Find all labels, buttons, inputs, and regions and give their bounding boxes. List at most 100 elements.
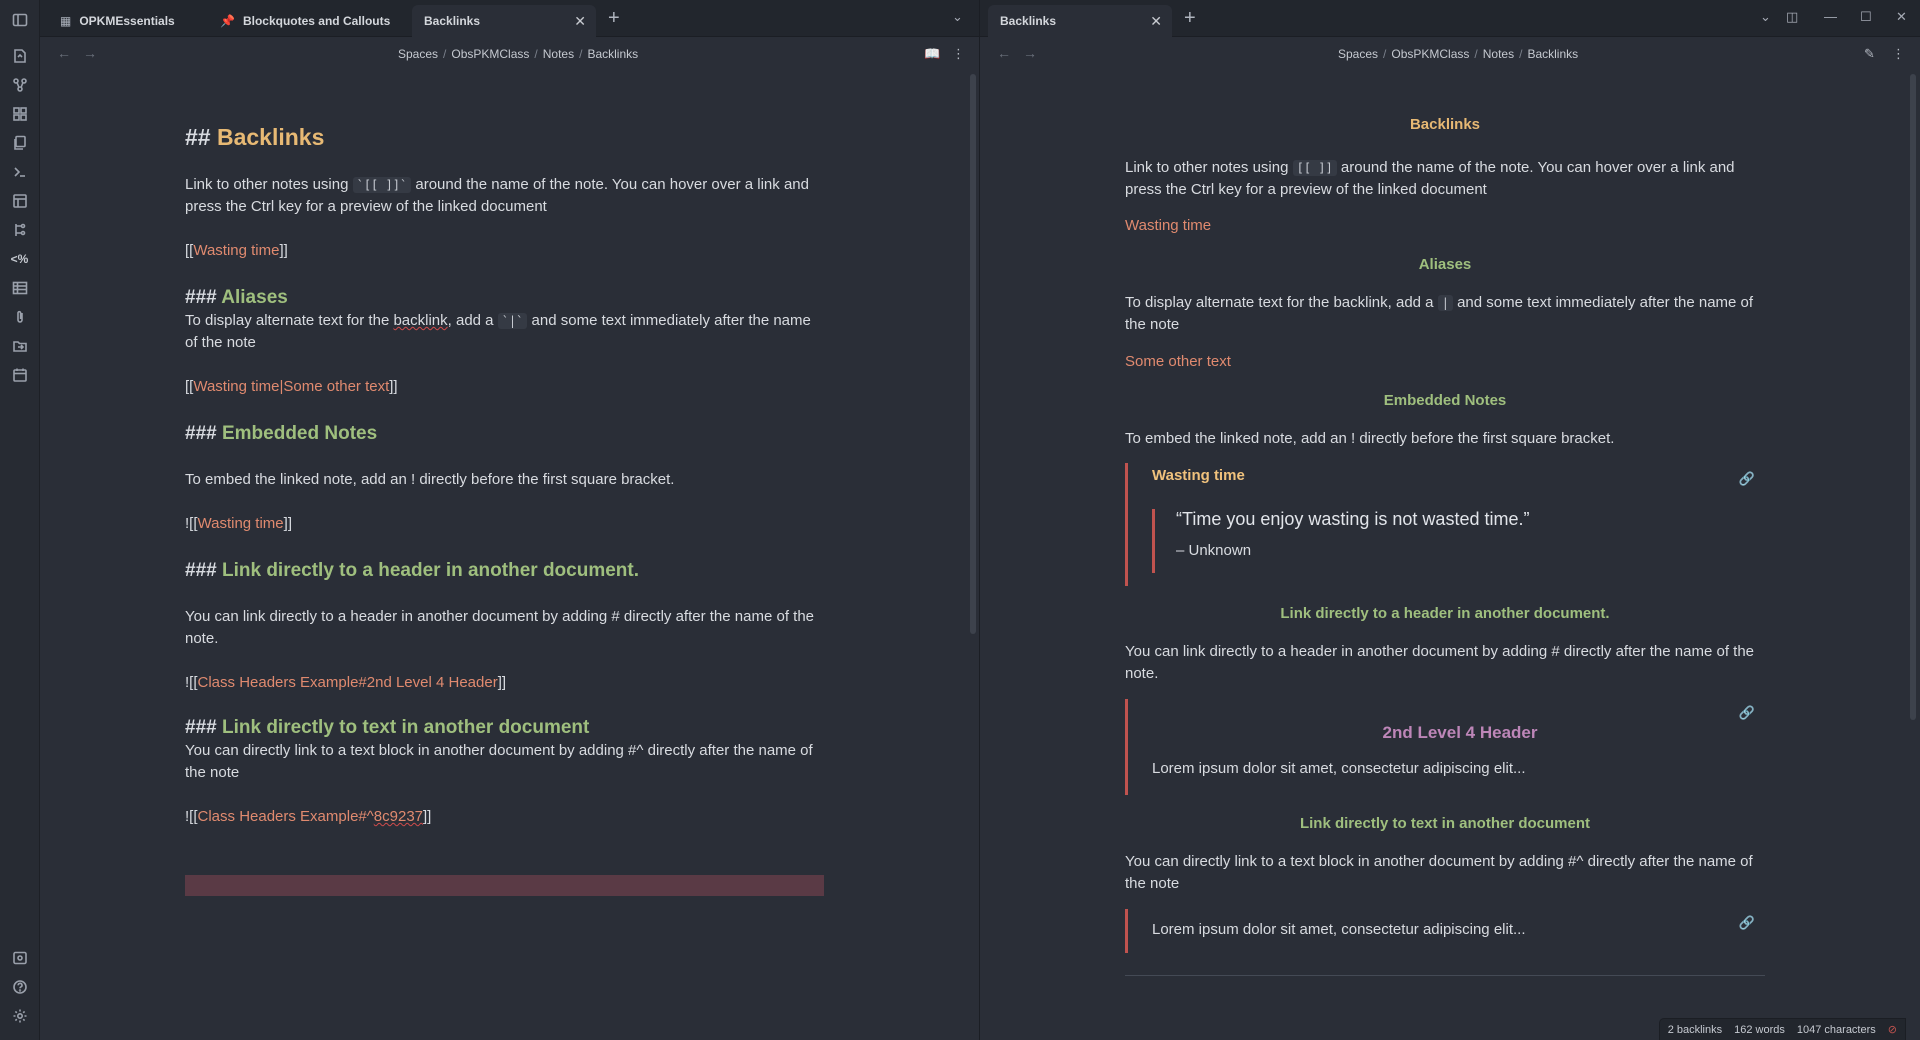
internal-link[interactable]: Wasting time <box>198 515 284 532</box>
more-options-icon[interactable]: ⋮ <box>1892 46 1905 62</box>
left-ribbon: <% <box>0 0 40 1040</box>
status-bar: 2 backlinks 162 words 1047 characters ⊘ <box>1658 1018 1906 1040</box>
internal-link[interactable]: Class Headers Example#^ <box>198 808 374 825</box>
embed-text: Lorem ipsum dolor sit amet, consectetur … <box>1152 760 1526 777</box>
close-icon[interactable]: ✕ <box>1150 13 1162 30</box>
daily-note-icon[interactable] <box>10 365 29 384</box>
forward-arrow-icon[interactable]: → <box>83 45 97 61</box>
vault-switch-icon[interactable] <box>10 948 29 967</box>
reading-view-book-icon[interactable]: 📖 <box>924 46 940 62</box>
heading-text: Backlinks <box>216 124 325 150</box>
template-tag-icon[interactable]: <% <box>10 249 29 268</box>
minimize-icon[interactable]: — <box>1824 9 1837 24</box>
breadcrumb-item[interactable]: Backlinks <box>587 47 638 61</box>
settings-icon[interactable] <box>10 1006 29 1025</box>
reading-internal-link[interactable]: Wasting time <box>1125 215 1765 237</box>
forward-arrow-icon[interactable]: → <box>1023 45 1037 61</box>
layout-icon[interactable] <box>10 191 29 210</box>
heading-link-to-header: ### Link directly to a header in another… <box>185 560 639 583</box>
aliases-paragraph: To display alternate text for the backli… <box>185 310 825 354</box>
internal-link[interactable]: Wasting time|Some other text <box>193 378 389 395</box>
grid-icon: ▦ <box>60 14 72 28</box>
canvas-icon[interactable] <box>10 104 29 123</box>
misspelled-word[interactable]: backlink <box>393 312 447 329</box>
templates-icon[interactable] <box>10 133 29 152</box>
heading-link-to-text: ### Link directly to text in another doc… <box>185 717 589 740</box>
breadcrumb-item[interactable]: Notes <box>543 47 574 61</box>
reading-header-link-paragraph: You can link directly to a header in ano… <box>1125 643 1755 682</box>
active-line-highlight[interactable] <box>185 875 824 896</box>
open-link-icon[interactable]: 🔗 <box>1739 915 1755 931</box>
reading-embedded-paragraph: To embed the linked note, add an ! direc… <box>1125 430 1615 447</box>
breadcrumb-item[interactable]: Backlinks <box>1527 47 1578 61</box>
reading-heading-embedded-notes: Embedded Notes <box>1383 392 1507 409</box>
breadcrumb-item[interactable]: ObsPKMClass <box>451 47 529 61</box>
back-arrow-icon[interactable]: ← <box>997 45 1011 61</box>
reading-intro-paragraph: Link to other notes using [[ ]] around t… <box>1125 157 1765 201</box>
bracket: ]] <box>279 242 288 259</box>
breadcrumb-item[interactable]: Spaces <box>398 47 438 61</box>
move-file-icon[interactable] <box>10 336 29 355</box>
command-palette-icon[interactable] <box>10 162 29 181</box>
tag-icon[interactable] <box>10 220 29 239</box>
tab-label: OPKMEssentials <box>79 14 175 28</box>
embed-line: ![[Class Headers Example#^8c9237]] <box>185 806 431 828</box>
heading-embedded-notes: ### Embedded Notes <box>185 423 377 446</box>
embedded-paragraph: To embed the linked note, add an ! direc… <box>185 471 675 488</box>
pane-divider[interactable] <box>979 0 980 1040</box>
sidebar-toggle-icon[interactable] <box>10 10 29 29</box>
new-tab-button[interactable]: + <box>608 7 620 30</box>
heading-marker: ### <box>185 423 222 444</box>
reading-internal-link[interactable]: Some other text <box>1125 351 1765 373</box>
right-scrollbar[interactable] <box>1910 74 1916 720</box>
embedded-header[interactable]: 🔗 2nd Level 4 Header Lorem ipsum dolor s… <box>1125 699 1765 795</box>
heading-backlinks: ## Backlinks <box>185 126 324 152</box>
table-icon[interactable] <box>10 278 29 297</box>
right-nav-bar: ← → Spaces / ObsPKMClass / Notes / Backlinks ✎… <box>980 37 1920 71</box>
maximize-icon[interactable]: ☐ <box>1860 9 1872 25</box>
tab-backlinks-right[interactable]: Backlinks ✕ <box>988 5 1172 37</box>
toggle-right-sidebar-icon[interactable]: ◫ <box>1786 9 1798 25</box>
breadcrumb-item[interactable]: ObsPKMClass <box>1391 47 1469 61</box>
graph-view-icon[interactable] <box>10 75 29 94</box>
backlinks-count[interactable]: 2 backlinks <box>1668 1024 1722 1036</box>
back-arrow-icon[interactable]: ← <box>57 45 71 61</box>
block-id[interactable]: 8c9237 <box>374 808 423 825</box>
more-options-icon[interactable]: ⋮ <box>952 46 965 62</box>
reading-heading-aliases: Aliases <box>1418 256 1472 273</box>
header-link-paragraph: You can link directly to a header in ano… <box>185 608 815 647</box>
inline-code: [[ ]] <box>1292 160 1337 176</box>
bracket: ![[ <box>185 674 198 691</box>
heading-text: Embedded Notes <box>221 423 378 444</box>
wikilink-line: [[Wasting time]] <box>185 240 288 262</box>
tab-list-chevron-down-icon[interactable]: ⌄ <box>1760 9 1771 25</box>
breadcrumb-item[interactable]: Notes <box>1483 47 1514 61</box>
embedded-block[interactable]: 🔗 Lorem ipsum dolor sit amet, consectetu… <box>1125 909 1765 953</box>
intro-paragraph: Link to other notes using `[[ ]]` around… <box>185 174 825 218</box>
text: To display alternate text for the <box>185 312 394 329</box>
window-close-icon[interactable]: ✕ <box>1896 9 1907 25</box>
embedded-note-wasting-time[interactable]: Wasting time 🔗 “Time you enjoy wasting i… <box>1125 463 1765 586</box>
tab-backlinks[interactable]: Backlinks ✕ <box>412 5 596 37</box>
inline-code: `|` <box>497 313 528 329</box>
tab-label: Backlinks <box>424 14 481 28</box>
breadcrumb-item[interactable]: Spaces <box>1338 47 1378 61</box>
left-scrollbar[interactable] <box>970 74 976 634</box>
help-icon[interactable] <box>10 977 29 996</box>
open-link-icon[interactable]: 🔗 <box>1739 705 1755 721</box>
tab-opkmessentials[interactable]: ▦ OPKMEssentials <box>48 5 208 37</box>
embed-title[interactable]: Wasting time <box>1152 467 1245 484</box>
close-icon[interactable]: ✕ <box>574 13 586 30</box>
tab-list-chevron-down-icon[interactable]: ⌄ <box>952 9 963 25</box>
attach-icon[interactable] <box>10 307 29 326</box>
edit-pencil-icon[interactable]: ✎ <box>1864 46 1875 62</box>
new-tab-button[interactable]: + <box>1184 7 1196 30</box>
internal-link[interactable]: Wasting time <box>193 242 279 259</box>
sync-status-icon[interactable]: ⊘ <box>1888 1023 1897 1036</box>
right-tab-bar: Backlinks ✕ + ⌄ ◫ — ☐ ✕ <box>980 0 1920 37</box>
heading-marker: ### <box>185 717 222 738</box>
internal-link[interactable]: Class Headers Example#2nd Level 4 Header <box>198 674 498 691</box>
breadcrumb: Spaces / ObsPKMClass / Notes / Backlinks <box>1338 47 1579 61</box>
open-quick-switcher-icon[interactable] <box>10 46 29 65</box>
open-link-icon[interactable]: 🔗 <box>1739 471 1755 487</box>
